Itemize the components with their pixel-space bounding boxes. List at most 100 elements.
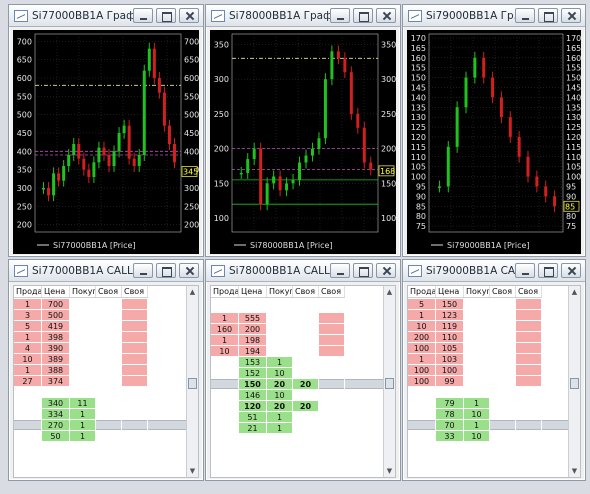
book-window-3[interactable]: Si79000BB1A CA... ПродажЦенаПокупкаСвоя … [402, 259, 586, 481]
close-icon[interactable] [179, 8, 199, 23]
column-header[interactable]: Продаж [14, 286, 42, 297]
order-book-grid[interactable]: ПродажЦенаПокупкаСвоя пСвоя п51501123101… [407, 285, 581, 478]
maximize-icon[interactable] [156, 263, 176, 278]
minimize-icon[interactable] [133, 263, 153, 278]
book-window-2[interactable]: Si78000BB1A CALL [F... ПродажЦенаПокупка… [205, 259, 401, 481]
close-icon[interactable] [561, 263, 581, 278]
book-row[interactable]: 146 10 [211, 390, 345, 401]
maximize-icon[interactable] [538, 8, 558, 23]
chart-window-1[interactable]: Si77000BB1A Граф... 700 700 650 650 600 600 55… [8, 4, 204, 257]
column-header[interactable]: Своя п [293, 286, 319, 297]
minimize-icon[interactable] [330, 8, 350, 23]
book-window-2-titlebar[interactable]: Si78000BB1A CALL [F... [206, 260, 400, 282]
book-row[interactable]: 200 110 [408, 332, 542, 343]
order-book-grid[interactable]: ПродажЦенаПокупкаСвоя пСвоя п17003500541… [13, 285, 199, 478]
close-icon[interactable] [376, 8, 396, 23]
book-row[interactable]: 50 1 [14, 431, 148, 442]
book-row[interactable]: 100 100 [408, 365, 542, 376]
column-header[interactable]: Своя п [96, 286, 122, 297]
column-header[interactable]: Цена [42, 286, 70, 297]
book-row[interactable]: 334 1 [14, 409, 148, 420]
column-header[interactable]: Покупка [267, 286, 293, 297]
close-icon[interactable] [561, 8, 581, 23]
chart-window-1-titlebar[interactable]: Si77000BB1A Граф... [9, 5, 203, 27]
book-row[interactable]: 1 398 [14, 332, 148, 343]
book-window-1[interactable]: Si77000BB1A CALL ... ПродажЦенаПокупкаСв… [8, 259, 204, 481]
book-row[interactable]: 270 1 [14, 420, 148, 431]
scrollbar-thumb[interactable] [385, 378, 394, 389]
price-chart[interactable]: 350 350 300 300 250 250 200 200 150 150 100 100 168 S… [210, 30, 396, 254]
vertical-scrollbar[interactable]: ▲ ▼ [186, 286, 198, 477]
book-row[interactable]: 1 123 [408, 310, 542, 321]
book-row[interactable]: 10 389 [14, 354, 148, 365]
book-row[interactable]: 150 20 20 [211, 379, 345, 390]
book-row[interactable]: 100 99 [408, 376, 542, 387]
book-row[interactable]: 1 700 [14, 299, 148, 310]
book-row[interactable]: 10 194 [211, 346, 345, 357]
book-row[interactable]: 1 198 [211, 335, 345, 346]
book-window-1-titlebar[interactable]: Si77000BB1A CALL ... [9, 260, 203, 282]
book-row[interactable]: 340 11 [14, 398, 148, 409]
book-row[interactable]: 4 390 [14, 343, 148, 354]
close-icon[interactable] [179, 263, 199, 278]
scroll-up-icon[interactable]: ▲ [569, 286, 580, 298]
book-row[interactable]: 79 1 [408, 398, 542, 409]
column-header[interactable]: Своя п [319, 286, 345, 297]
column-header[interactable]: Покупка [464, 286, 490, 297]
maximize-icon[interactable] [156, 8, 176, 23]
order-book-grid[interactable]: ПродажЦенаПокупкаСвоя пСвоя п15551602001… [210, 285, 396, 478]
price-chart[interactable]: 700 700 650 650 600 600 550 550 500 500 450 450 400 4… [13, 30, 199, 254]
book-row[interactable]: 78 10 [408, 409, 542, 420]
scroll-down-icon[interactable]: ▼ [569, 465, 580, 477]
book-row[interactable]: 120 20 20 [211, 401, 345, 412]
book-row[interactable]: 153 1 [211, 357, 345, 368]
minimize-icon[interactable] [515, 8, 535, 23]
vertical-scrollbar[interactable]: ▲ ▼ [383, 286, 395, 477]
minimize-icon[interactable] [133, 8, 153, 23]
scroll-up-icon[interactable]: ▲ [187, 286, 198, 298]
column-header[interactable]: Своя п [516, 286, 542, 297]
scroll-up-icon[interactable]: ▲ [384, 286, 395, 298]
scrollbar-thumb[interactable] [188, 378, 197, 389]
close-icon[interactable] [376, 263, 396, 278]
book-row[interactable]: 160 200 [211, 324, 345, 335]
column-header[interactable]: Цена [239, 286, 267, 297]
chart-window-2-titlebar[interactable]: Si78000BB1A Графи... [206, 5, 400, 27]
book-row[interactable]: 27 374 [14, 376, 148, 387]
book-row[interactable]: 1 555 [211, 313, 345, 324]
minimize-icon[interactable] [515, 263, 535, 278]
scroll-down-icon[interactable]: ▼ [187, 465, 198, 477]
column-header[interactable]: Продаж [211, 286, 239, 297]
book-window-3-titlebar[interactable]: Si79000BB1A CA... [403, 260, 585, 282]
maximize-icon[interactable] [538, 263, 558, 278]
column-header[interactable]: Продаж [408, 286, 436, 297]
maximize-icon[interactable] [353, 8, 373, 23]
minimize-icon[interactable] [330, 263, 350, 278]
book-row[interactable]: 3 500 [14, 310, 148, 321]
y-tick-label-left: 170 [411, 34, 426, 43]
cell-buy: 10 [464, 431, 490, 442]
chart-window-3[interactable]: Si79000BB1A Гр... 170 170 165 165 160 160 155 1… [402, 4, 586, 257]
book-row[interactable]: 1 388 [14, 365, 148, 376]
book-row[interactable]: 51 1 [211, 412, 345, 423]
chart-window-3-titlebar[interactable]: Si79000BB1A Гр... [403, 5, 585, 27]
maximize-icon[interactable] [353, 263, 373, 278]
book-row[interactable]: 5 150 [408, 299, 542, 310]
column-header[interactable]: Своя п [490, 286, 516, 297]
book-row[interactable]: 10 119 [408, 321, 542, 332]
vertical-scrollbar[interactable]: ▲ ▼ [568, 286, 580, 477]
column-header[interactable]: Цена [436, 286, 464, 297]
scroll-down-icon[interactable]: ▼ [384, 465, 395, 477]
book-row[interactable]: 100 105 [408, 343, 542, 354]
scrollbar-thumb[interactable] [570, 378, 579, 389]
chart-window-2[interactable]: Si78000BB1A Графи... 350 350 300 300 250 250 2… [205, 4, 401, 257]
price-chart[interactable]: 170 170 165 165 160 160 155 155 150 150 145 145 140 1… [407, 30, 581, 254]
book-row[interactable]: 33 10 [408, 431, 542, 442]
book-row[interactable]: 5 419 [14, 321, 148, 332]
column-header[interactable]: Своя п [122, 286, 148, 297]
book-row[interactable]: 1 103 [408, 354, 542, 365]
book-row[interactable]: 70 1 [408, 420, 542, 431]
book-row[interactable]: 152 10 [211, 368, 345, 379]
column-header[interactable]: Покупка [70, 286, 96, 297]
book-row[interactable]: 21 1 [211, 423, 345, 434]
